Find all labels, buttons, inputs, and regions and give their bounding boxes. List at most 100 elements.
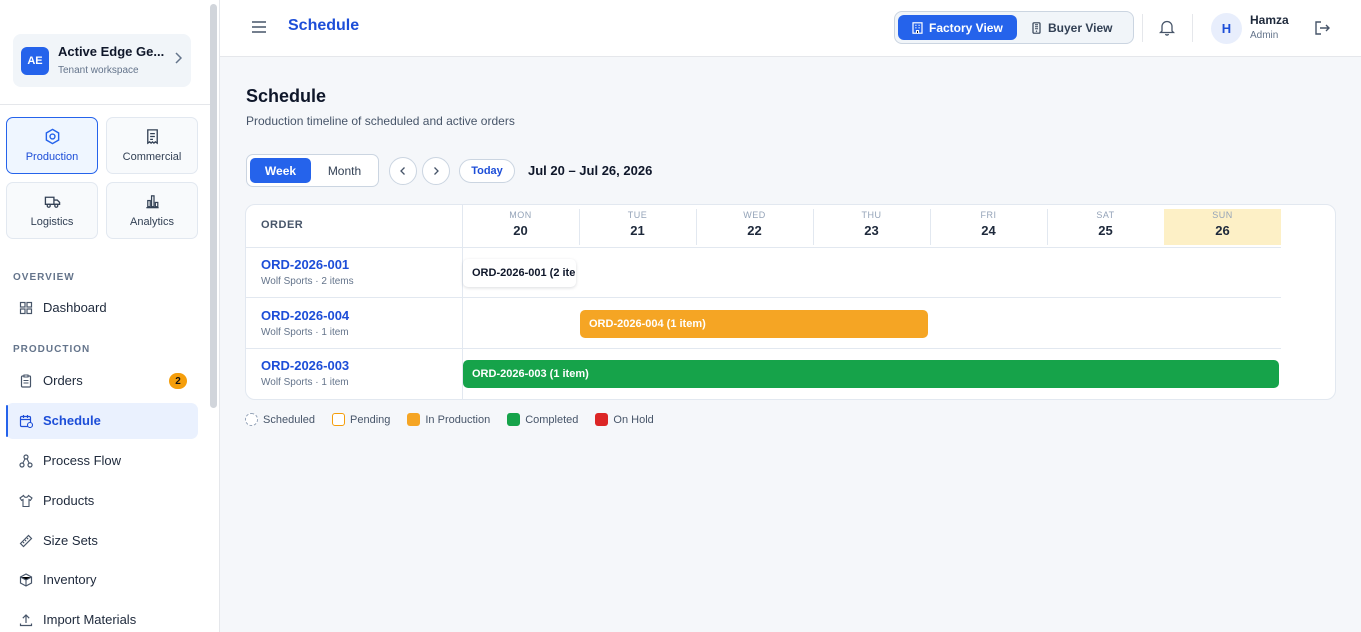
order-bar-in-production[interactable]: ORD-2026-004 (1 item) — [580, 310, 928, 338]
sidebar-item-products[interactable]: Products — [6, 483, 198, 519]
legend-swatch — [595, 413, 609, 426]
tenant-avatar: AE — [21, 47, 49, 75]
module-analytics[interactable]: Analytics — [106, 182, 198, 239]
module-commercial[interactable]: Commercial — [106, 117, 198, 174]
day-name: THU — [861, 210, 882, 220]
day-header-tue: TUE 21 — [579, 209, 696, 245]
sidebar-item-label: Products — [43, 493, 95, 508]
day-name: WED — [743, 210, 766, 220]
day-number: 23 — [864, 223, 879, 238]
sidebar-item-size-sets[interactable]: Size Sets — [6, 523, 198, 559]
module-logistics[interactable]: Logistics — [6, 182, 98, 239]
next-week-button[interactable] — [422, 157, 450, 185]
sidebar-item-label: Inventory — [43, 572, 97, 587]
bell-icon[interactable] — [1159, 19, 1175, 36]
day-header-mon: MON 20 — [462, 209, 579, 245]
previous-week-button[interactable] — [389, 157, 417, 185]
row-divider — [246, 297, 1281, 298]
legend-item-on-hold: On Hold — [595, 413, 654, 426]
order-link[interactable]: ORD-2026-001 — [261, 257, 349, 272]
sidebar-item-label: Process Flow — [43, 453, 122, 468]
order-bar-scheduled[interactable]: ORD-2026-001 (2 items) — [463, 259, 576, 287]
legend-label: On Hold — [613, 413, 654, 426]
order-meta: Wolf Sports · 1 item — [261, 327, 349, 338]
today-button[interactable]: Today — [459, 159, 515, 183]
sidebar-item-orders[interactable]: Orders 2 — [6, 363, 198, 399]
legend-item-scheduled: Scheduled — [245, 413, 315, 426]
buyer-view-button[interactable]: Buyer View — [1017, 15, 1126, 40]
chevron-right-icon — [174, 52, 183, 67]
day-number: 24 — [981, 223, 996, 238]
day-name: SAT — [1096, 210, 1115, 220]
tenant-subtitle: Tenant workspace — [58, 65, 139, 76]
order-column-header: ORDER — [261, 219, 304, 231]
tenant-switcher[interactable]: AE Active Edge Ge... Tenant workspace — [13, 34, 191, 87]
clipboard-icon — [20, 374, 32, 388]
orders-count-badge: 2 — [169, 373, 187, 389]
hexagon-gear-icon — [45, 128, 59, 145]
row-divider — [246, 247, 1281, 248]
page-subtitle: Production timeline of scheduled and act… — [246, 114, 515, 128]
order-meta: Wolf Sports · 1 item — [261, 377, 349, 388]
tenant-name: Active Edge Ge... — [58, 44, 165, 59]
page-title: Schedule — [246, 86, 327, 106]
sidebar-item-import-materials[interactable]: Import Materials — [6, 602, 198, 632]
day-name: TUE — [627, 210, 648, 220]
upload-icon — [19, 614, 33, 627]
header-divider — [1192, 14, 1193, 42]
legend-item-in-production: In Production — [407, 413, 490, 426]
truck-icon — [44, 196, 60, 208]
sidebar-item-schedule[interactable]: Schedule — [6, 403, 198, 439]
legend-label: Pending — [350, 413, 391, 426]
day-name: MON — [509, 210, 532, 220]
day-name: SUN — [1212, 210, 1233, 220]
sidebar-item-inventory[interactable]: Inventory — [6, 562, 198, 598]
buyer-view-label: Buyer View — [1048, 20, 1113, 35]
user-avatar[interactable]: H — [1211, 13, 1242, 44]
module-label: Logistics — [30, 216, 74, 228]
chevron-right-icon — [434, 167, 439, 175]
order-link[interactable]: ORD-2026-003 — [261, 358, 349, 373]
chevron-left-icon — [400, 167, 405, 175]
user-name: Hamza — [1250, 13, 1289, 27]
header-divider — [1142, 14, 1143, 42]
order-bar-completed[interactable]: ORD-2026-003 (1 item) — [463, 360, 1279, 388]
week-button[interactable]: Week — [250, 158, 311, 183]
legend-swatch — [407, 413, 421, 426]
legend-label: In Production — [425, 413, 491, 426]
grid-icon — [19, 301, 33, 315]
status-legend: Scheduled Pending In Production Complete… — [245, 413, 654, 426]
order-link[interactable]: ORD-2026-004 — [261, 308, 349, 323]
receipt-icon — [146, 129, 158, 145]
schedule-calendar: ORDER MON 20 TUE 21 WED 22 THU 23 FRI 24… — [245, 204, 1336, 400]
sidebar-item-dashboard[interactable]: Dashboard — [6, 290, 198, 326]
factory-view-button[interactable]: Factory View — [898, 15, 1017, 40]
date-range-label: Jul 20 – Jul 26, 2026 — [528, 163, 653, 178]
legend-item-completed: Completed — [507, 413, 578, 426]
building-icon — [912, 21, 923, 34]
user-role: Admin — [1250, 30, 1279, 41]
ruler-icon — [19, 534, 33, 548]
day-number: 26 — [1215, 223, 1230, 238]
module-production[interactable]: Production — [6, 117, 98, 174]
menu-icon[interactable] — [251, 20, 267, 34]
legend-swatch — [507, 413, 521, 426]
calendar-icon — [19, 415, 33, 428]
sidebar-item-label: Dashboard — [43, 300, 107, 315]
day-header-wed: WED 22 — [696, 209, 813, 245]
day-name: FRI — [980, 210, 997, 220]
factory-view-label: Factory View — [929, 20, 1003, 35]
sidebar-scrollbar[interactable] — [210, 4, 217, 408]
module-label: Analytics — [129, 216, 175, 228]
logout-icon[interactable] — [1314, 20, 1331, 36]
day-header-thu: THU 23 — [813, 209, 930, 245]
legend-swatch — [245, 413, 258, 426]
sidebar-divider — [0, 104, 210, 105]
day-number: 22 — [747, 223, 762, 238]
sidebar-item-label: Orders — [43, 373, 83, 388]
sidebar-item-process-flow[interactable]: Process Flow — [6, 443, 198, 479]
day-number: 25 — [1098, 223, 1113, 238]
section-label-overview: OVERVIEW — [13, 272, 75, 283]
month-button[interactable]: Month — [313, 158, 376, 183]
section-label-production: PRODUCTION — [13, 344, 91, 355]
